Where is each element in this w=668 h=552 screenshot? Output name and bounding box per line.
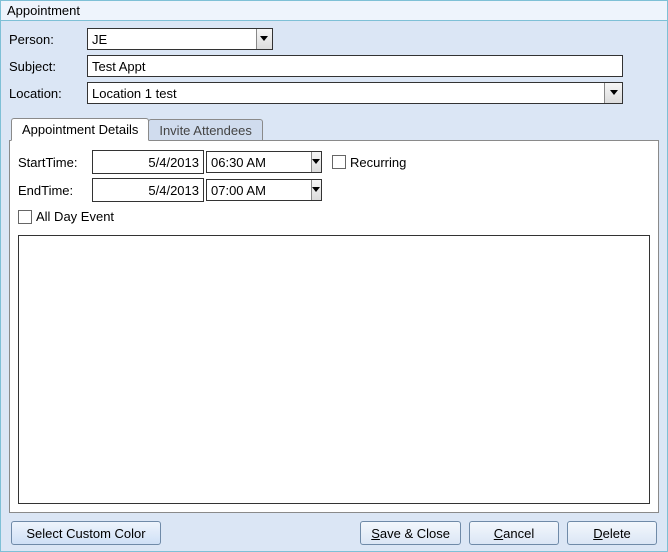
end-time-label: EndTime:: [18, 183, 92, 198]
tab-appointment-details[interactable]: Appointment Details: [11, 118, 149, 141]
tabs-area: Appointment Details Invite Attendees Sta…: [9, 114, 659, 513]
location-dropdown-button[interactable]: [604, 83, 622, 103]
start-time-row: StartTime: Recurring: [18, 149, 650, 175]
person-dropdown-button[interactable]: [256, 29, 272, 49]
start-date-input[interactable]: [92, 150, 204, 174]
notes-textarea[interactable]: [18, 235, 650, 505]
delete-button[interactable]: Delete: [567, 521, 657, 545]
end-time-row: EndTime:: [18, 177, 650, 203]
subject-row: Subject:: [9, 54, 659, 78]
chevron-down-icon: [610, 90, 618, 96]
start-time-input[interactable]: [207, 152, 311, 172]
chevron-down-icon: [312, 187, 320, 193]
subject-input[interactable]: [87, 55, 623, 77]
appointment-details-panel: StartTime: Recurring EndTime:: [9, 140, 659, 513]
checkbox-icon: [18, 210, 32, 224]
appointment-window: Appointment Person: Subject: Location:: [0, 0, 668, 552]
recurring-checkbox[interactable]: Recurring: [332, 155, 406, 170]
end-date-input[interactable]: [92, 178, 204, 202]
location-combo[interactable]: [87, 82, 623, 104]
save-and-close-button[interactable]: Save & Close: [360, 521, 461, 545]
all-day-checkbox[interactable]: All Day Event: [18, 209, 114, 224]
checkbox-icon: [332, 155, 346, 169]
chevron-down-icon: [260, 36, 268, 42]
location-row: Location:: [9, 81, 659, 105]
window-title: Appointment: [1, 1, 667, 21]
all-day-label: All Day Event: [36, 209, 114, 224]
select-custom-color-button[interactable]: Select Custom Color: [11, 521, 161, 545]
person-row: Person:: [9, 27, 659, 51]
button-bar: Select Custom Color Save & Close Cancel …: [1, 517, 667, 551]
person-label: Person:: [9, 32, 87, 47]
person-combo[interactable]: [87, 28, 273, 50]
person-input[interactable]: [88, 29, 256, 49]
chevron-down-icon: [312, 159, 320, 165]
tab-invite-attendees[interactable]: Invite Attendees: [148, 119, 263, 141]
subject-label: Subject:: [9, 59, 87, 74]
start-time-label: StartTime:: [18, 155, 92, 170]
start-time-combo[interactable]: [206, 151, 322, 173]
end-time-combo[interactable]: [206, 179, 322, 201]
end-time-input[interactable]: [207, 180, 311, 200]
recurring-label: Recurring: [350, 155, 406, 170]
tab-strip: Appointment Details Invite Attendees: [11, 114, 659, 140]
header-form: Person: Subject: Location:: [1, 21, 667, 114]
location-label: Location:: [9, 86, 87, 101]
cancel-button[interactable]: Cancel: [469, 521, 559, 545]
end-time-dropdown-button[interactable]: [311, 180, 321, 200]
start-time-dropdown-button[interactable]: [311, 152, 321, 172]
location-input[interactable]: [88, 83, 604, 103]
